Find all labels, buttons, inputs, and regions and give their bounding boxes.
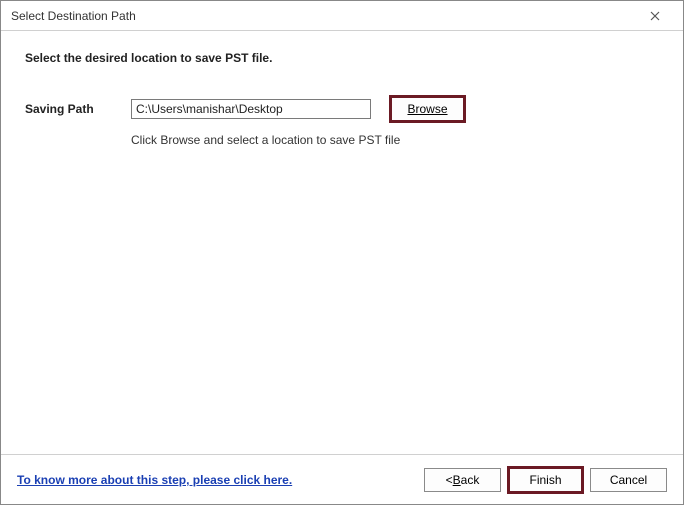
saving-path-row: Saving Path Browse: [25, 95, 659, 123]
footer-bar: To know more about this step, please cli…: [1, 454, 683, 504]
instruction-text: Select the desired location to save PST …: [25, 51, 659, 65]
browse-rest: rowse: [416, 102, 448, 116]
content-area: Select the desired location to save PST …: [1, 31, 683, 147]
finish-button[interactable]: Finish: [507, 466, 584, 494]
browse-button[interactable]: Browse: [389, 95, 466, 123]
back-mnemonic: B: [453, 473, 461, 487]
back-prefix: <: [446, 473, 453, 487]
close-button[interactable]: [635, 2, 675, 30]
hint-text: Click Browse and select a location to sa…: [131, 133, 659, 147]
browse-mnemonic: B: [407, 102, 415, 116]
back-rest: ack: [461, 473, 480, 487]
title-bar: Select Destination Path: [1, 1, 683, 31]
help-link[interactable]: To know more about this step, please cli…: [17, 473, 418, 487]
saving-path-label: Saving Path: [25, 102, 113, 116]
close-icon: [650, 11, 660, 21]
cancel-button[interactable]: Cancel: [590, 468, 667, 492]
saving-path-input[interactable]: [131, 99, 371, 119]
back-button[interactable]: < Back: [424, 468, 501, 492]
window-title: Select Destination Path: [11, 9, 635, 23]
